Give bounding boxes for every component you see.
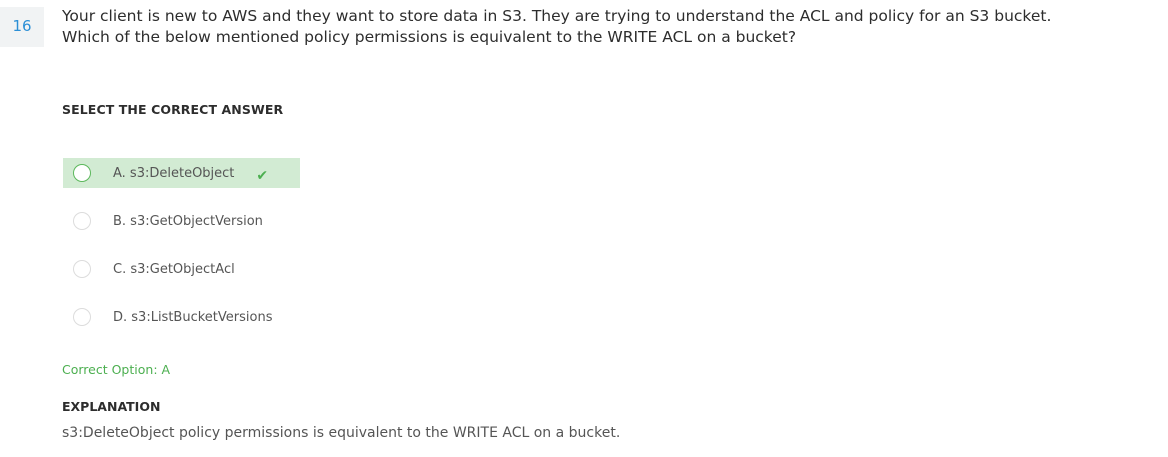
answer-option-a[interactable]: A. s3:DeleteObject ✔ <box>63 158 300 188</box>
radio-button[interactable] <box>73 260 91 278</box>
explanation-text: s3:DeleteObject policy permissions is eq… <box>62 425 621 441</box>
radio-button[interactable] <box>73 212 91 230</box>
question-number-badge: 16 <box>0 7 44 47</box>
correct-option-text: Correct Option: A <box>62 362 171 377</box>
answer-option-label: A. s3:DeleteObject <box>113 165 235 181</box>
answer-option-c[interactable]: C. s3:GetObjectAcl <box>63 254 255 284</box>
question-line-1: Your client is new to AWS and they want … <box>62 7 1052 25</box>
question-line-2: Which of the below mentioned policy perm… <box>62 28 797 46</box>
answer-option-d[interactable]: D. s3:ListBucketVersions <box>63 302 292 332</box>
radio-button[interactable] <box>73 308 91 326</box>
radio-button[interactable] <box>73 164 91 182</box>
check-icon: ✔ <box>256 168 269 184</box>
question-text: Your client is new to AWS and they want … <box>62 6 1166 48</box>
select-answer-heading: SELECT THE CORRECT ANSWER <box>62 102 284 117</box>
explanation-heading: EXPLANATION <box>62 399 161 414</box>
answer-option-b[interactable]: B. s3:GetObjectVersion <box>63 206 283 236</box>
answer-option-label: D. s3:ListBucketVersions <box>113 309 273 325</box>
answer-option-label: B. s3:GetObjectVersion <box>113 213 263 229</box>
answer-option-label: C. s3:GetObjectAcl <box>113 261 235 277</box>
